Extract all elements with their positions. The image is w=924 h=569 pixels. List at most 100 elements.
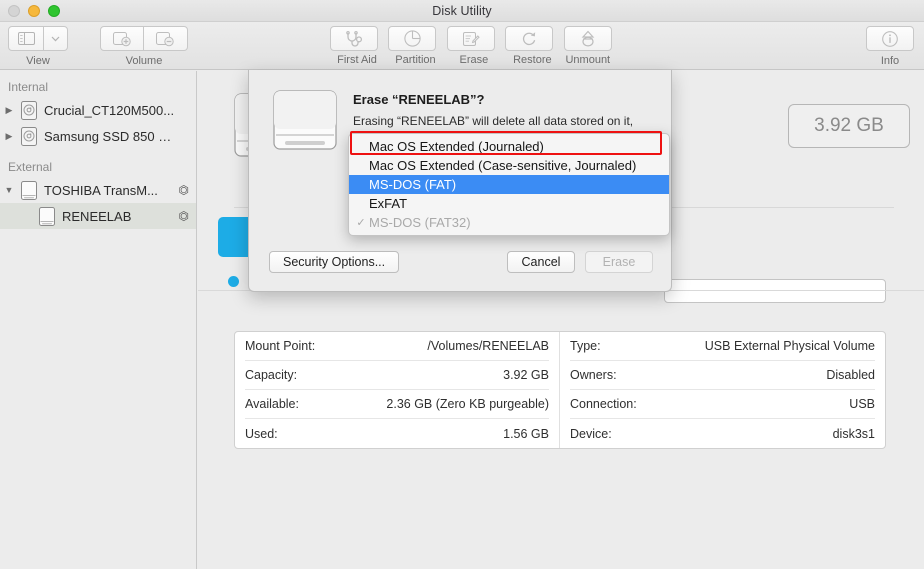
- pie-chart-icon: [404, 30, 421, 47]
- eject-icon[interactable]: ⏣: [175, 183, 189, 197]
- zoom-button[interactable]: [48, 5, 60, 17]
- menu-item-mac-os-extended-journaled[interactable]: Mac OS Extended (Journaled): [349, 137, 669, 156]
- first-aid-label: First Aid: [337, 54, 377, 66]
- disclosure-triangle-icon[interactable]: ▶: [0, 131, 18, 142]
- add-volume-button[interactable]: [100, 26, 144, 51]
- info-value: 2.36 GB (Zero KB purgeable): [386, 397, 549, 411]
- info-key: Available:: [245, 397, 299, 411]
- info-key: Connection:: [570, 397, 637, 411]
- info-value: /Volumes/RENEELAB: [427, 339, 549, 353]
- info-value: USB External Physical Volume: [704, 339, 875, 353]
- info-value: 3.92 GB: [503, 368, 549, 382]
- view-menu-button[interactable]: [44, 26, 68, 51]
- window-title: Disk Utility: [432, 3, 492, 18]
- title-bar: Disk Utility: [0, 0, 924, 22]
- view-toggle-button[interactable]: [8, 26, 44, 51]
- menu-item-label: Mac OS Extended (Journaled): [369, 139, 544, 154]
- toolbar-item-restore: Restore: [505, 26, 559, 66]
- sidebar: Internal ▶ Crucial_CT120M500... ▶ Samsun…: [0, 71, 197, 569]
- toolbar-view-group: View: [8, 26, 68, 67]
- dialog-button-bar: Security Options... Cancel Erase: [249, 246, 673, 278]
- sidebar-item-label: Crucial_CT120M500...: [44, 102, 175, 118]
- sidebar-header-external: External: [8, 160, 53, 174]
- menu-item-ms-dos-fat[interactable]: MS-DOS (FAT): [349, 175, 669, 194]
- toolbar-volume-group: Volume: [100, 26, 188, 67]
- restore-label: Restore: [513, 54, 552, 66]
- sidebar-item-label: TOSHIBA TransM...: [44, 182, 158, 198]
- toolbar-item-first-aid: First Aid: [330, 26, 384, 66]
- format-dropdown-menu[interactable]: Mac OS Extended (Journaled) Mac OS Exten…: [348, 133, 670, 236]
- toolbar-item-unmount: Unmount: [563, 26, 612, 66]
- info-label: Info: [880, 55, 900, 67]
- unmount-button[interactable]: [563, 26, 612, 51]
- info-key: Type:: [570, 339, 601, 353]
- sidebar-item-label: RENEELAB: [62, 208, 132, 224]
- info-key: Used:: [245, 426, 278, 441]
- minimize-button[interactable]: [28, 5, 40, 17]
- legend-dot-used: [228, 276, 239, 287]
- toolbar-item-erase: Erase: [446, 26, 501, 66]
- info-icon: [882, 30, 898, 47]
- volume-name-field-background[interactable]: [664, 279, 886, 303]
- erase-toolbar-label: Erase: [459, 54, 489, 66]
- info-value: disk3s1: [832, 426, 875, 441]
- stethoscope-icon: [346, 30, 363, 47]
- dialog-title: Erase “RENEELAB”?: [353, 92, 485, 107]
- sidebar-item-label: Samsung SSD 850 E...: [44, 128, 175, 144]
- info-value: 1.56 GB: [503, 426, 549, 441]
- volume-group-label: Volume: [125, 55, 163, 67]
- close-button[interactable]: [8, 5, 20, 17]
- eject-icon[interactable]: ⏣: [175, 209, 189, 223]
- erase-button: Erase: [585, 251, 653, 273]
- info-row-used: Used: 1.56 GB: [245, 419, 549, 448]
- info-row-owners: Owners: Disabled: [570, 361, 875, 390]
- info-row-capacity: Capacity: 3.92 GB: [245, 361, 549, 390]
- unmount-label: Unmount: [565, 54, 611, 66]
- restore-button[interactable]: [505, 26, 554, 51]
- menu-item-label: MS-DOS (FAT): [369, 177, 457, 192]
- menu-item-label: Mac OS Extended (Case-sensitive, Journal…: [369, 158, 637, 173]
- volume-info-panel: Mount Point: /Volumes/RENEELAB Capacity:…: [234, 331, 886, 449]
- remove-volume-icon: [156, 31, 174, 46]
- erase-icon: [462, 31, 480, 46]
- sidebar-item-toshiba[interactable]: ▼ TOSHIBA TransM... ⏣: [0, 177, 196, 203]
- disclosure-triangle-icon[interactable]: ▶: [0, 105, 18, 116]
- menu-item-ms-dos-fat32: ✓ MS-DOS (FAT32): [349, 213, 669, 232]
- disk-utility-window: Disk Utility View Volume First Aid Parti…: [0, 0, 924, 569]
- sidebar-item-reneelab[interactable]: RENEELAB ⏣: [0, 203, 196, 229]
- first-aid-button[interactable]: [330, 26, 378, 51]
- menu-item-exfat[interactable]: ExFAT: [349, 194, 669, 213]
- info-column-right: Type: USB External Physical Volume Owner…: [560, 332, 885, 448]
- info-row-available: Available: 2.36 GB (Zero KB purgeable): [245, 390, 549, 419]
- add-volume-icon: [112, 31, 131, 46]
- view-group-label: View: [26, 55, 50, 67]
- capacity-badge: 3.92 GB: [788, 104, 910, 148]
- toolbar-info-group: Info: [866, 26, 914, 67]
- info-key: Device:: [570, 426, 612, 441]
- partition-label: Partition: [395, 54, 436, 66]
- disclosure-triangle-icon[interactable]: ▼: [0, 185, 18, 195]
- internal-drive-icon: [18, 100, 40, 120]
- info-button[interactable]: [866, 26, 914, 51]
- volume-icon: [36, 206, 58, 226]
- info-value: USB: [849, 397, 875, 411]
- sidebar-header-internal: Internal: [8, 80, 49, 94]
- info-value: Disabled: [826, 368, 875, 382]
- security-options-button[interactable]: Security Options...: [269, 251, 400, 273]
- cancel-button[interactable]: Cancel: [507, 251, 575, 273]
- eject-icon: [581, 30, 595, 47]
- menu-item-mac-os-extended-case-sensitive-journaled[interactable]: Mac OS Extended (Case-sensitive, Journal…: [349, 156, 669, 175]
- info-key: Owners:: [570, 368, 617, 382]
- remove-volume-button[interactable]: [144, 26, 188, 51]
- chevron-down-icon: [51, 36, 60, 41]
- info-key: Capacity:: [245, 368, 298, 382]
- internal-drive-icon: [18, 126, 40, 146]
- toolbar: View Volume First Aid Partition Erase Re…: [0, 22, 924, 70]
- sidebar-item-crucial[interactable]: ▶ Crucial_CT120M500...: [0, 97, 196, 123]
- info-row-mount-point: Mount Point: /Volumes/RENEELAB: [245, 332, 549, 361]
- sidebar-icon: [17, 32, 35, 45]
- partition-button[interactable]: [388, 26, 437, 51]
- toolbar-action-group: First Aid Partition Erase Restore Unmoun…: [330, 26, 612, 68]
- sidebar-item-samsung[interactable]: ▶ Samsung SSD 850 E...: [0, 123, 196, 149]
- erase-toolbar-button[interactable]: [446, 26, 495, 51]
